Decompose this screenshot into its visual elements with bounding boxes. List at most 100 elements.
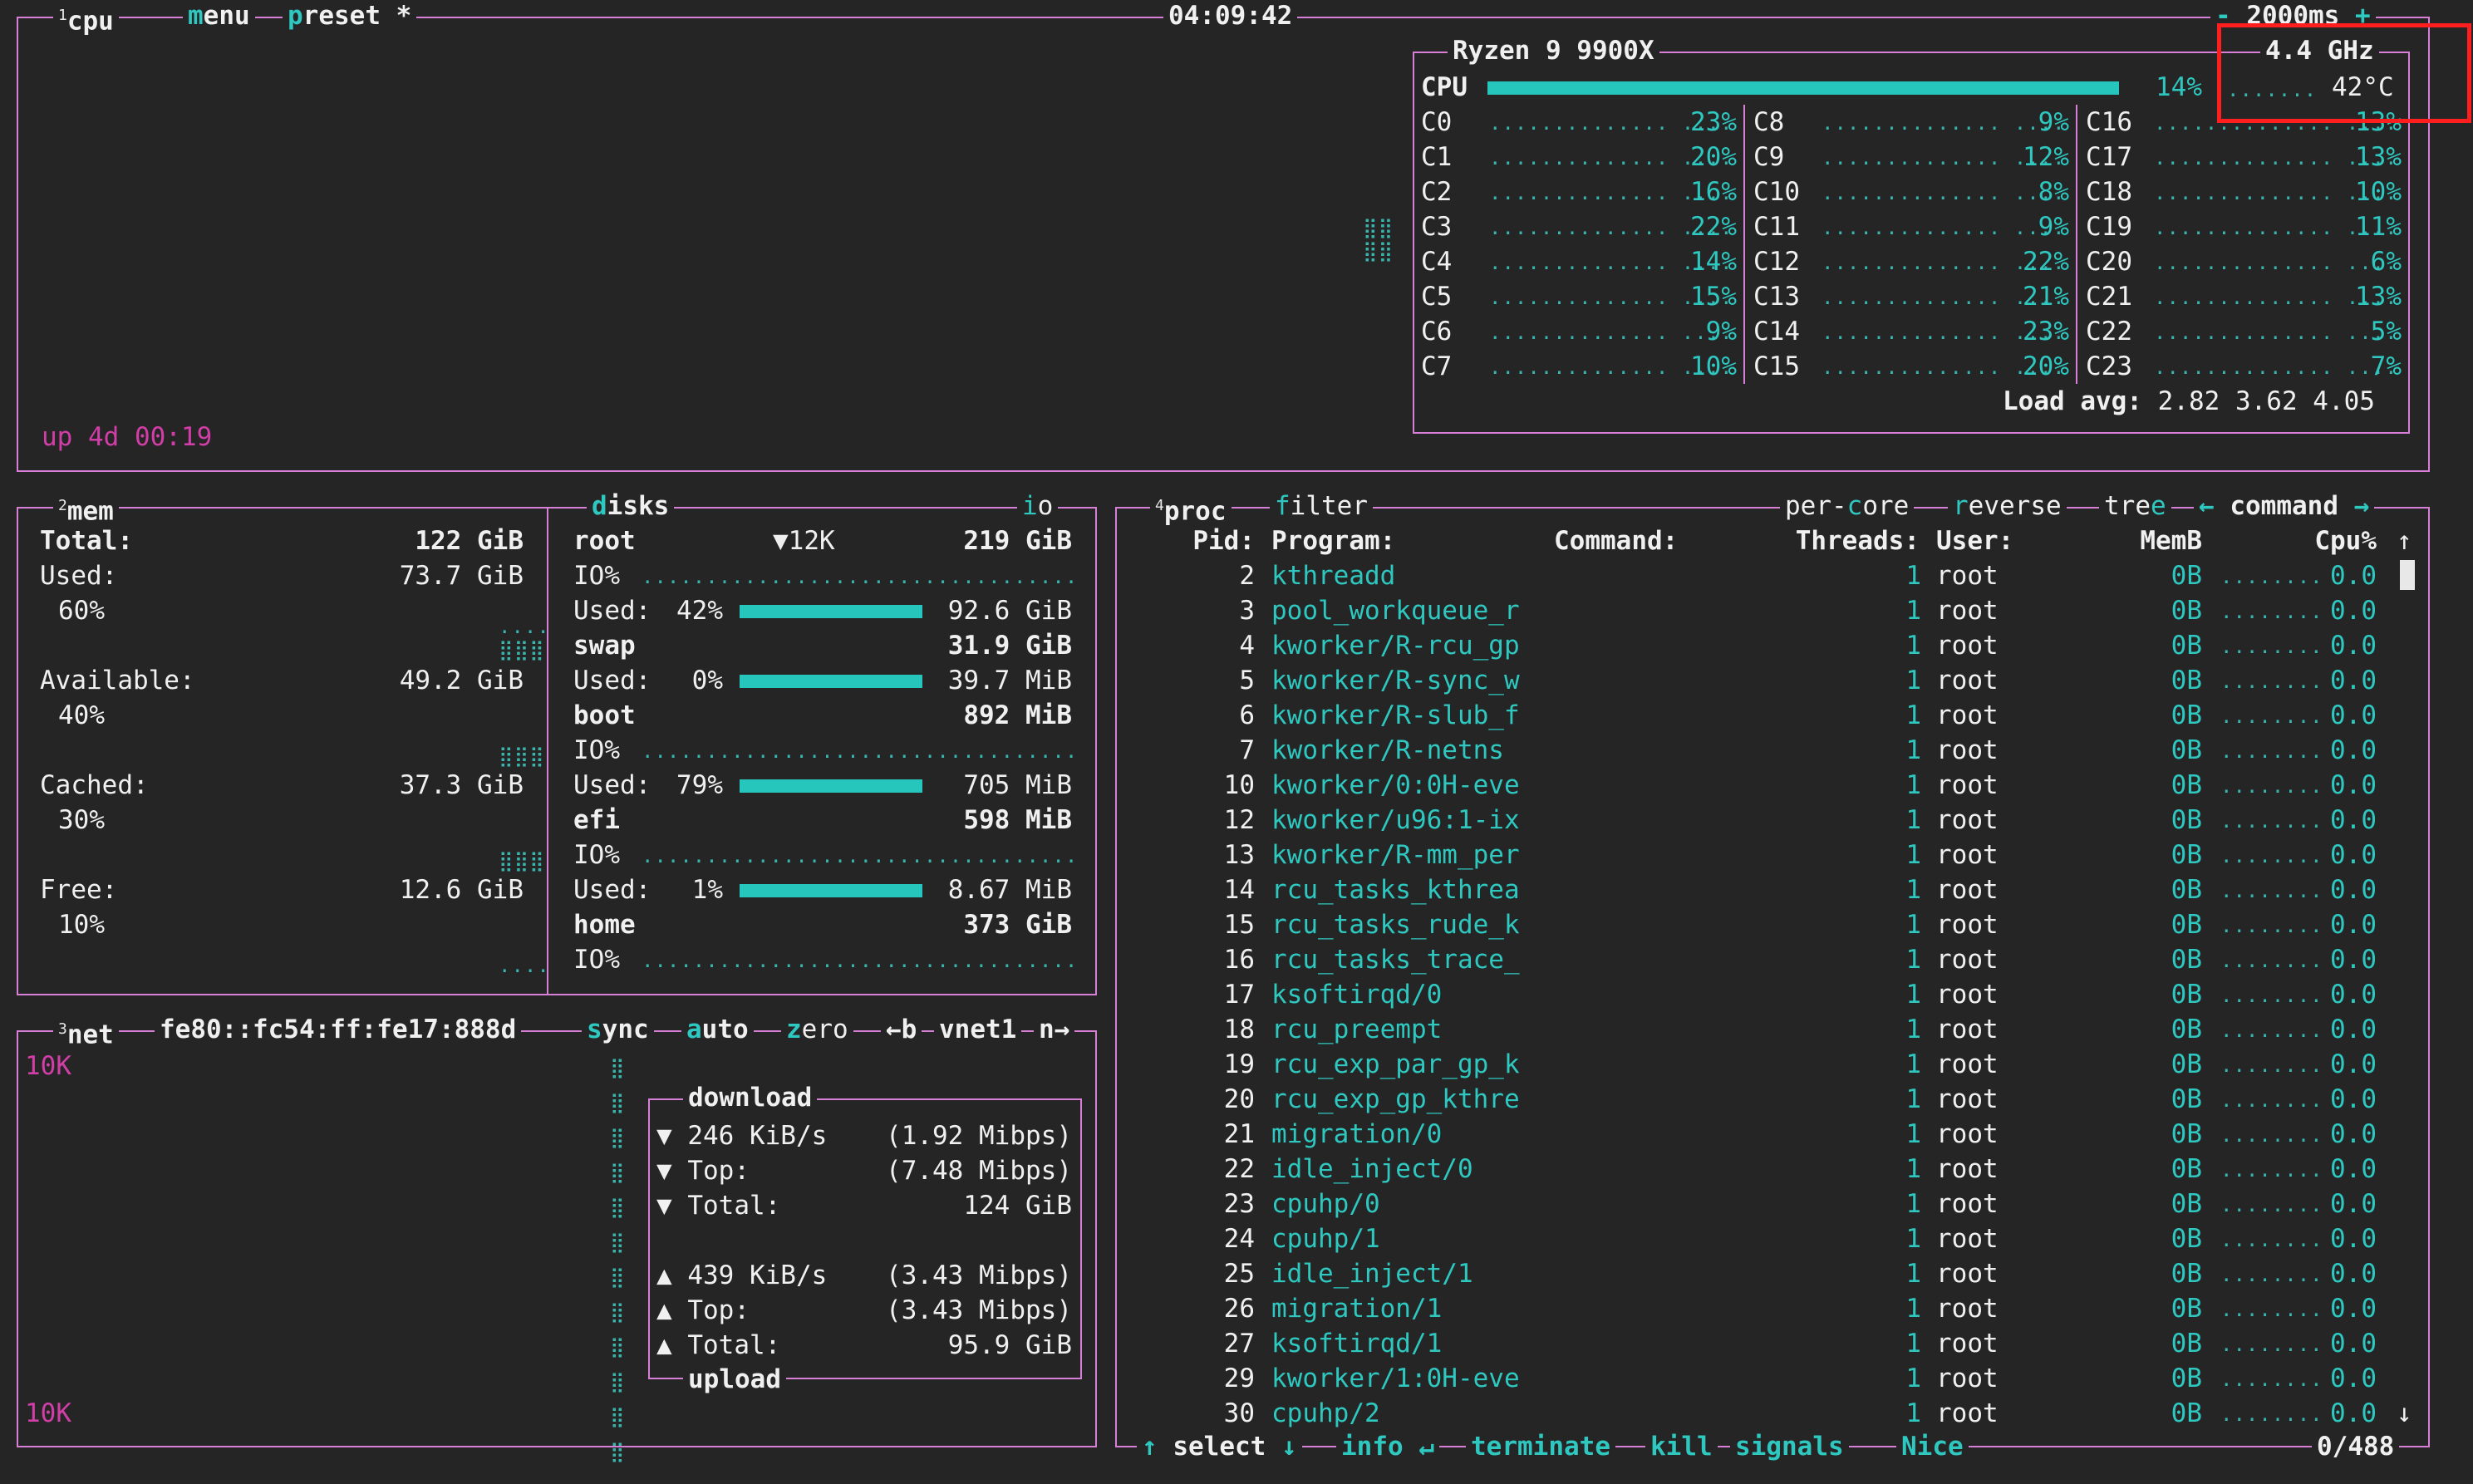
col-header-program[interactable]: Program: (1271, 523, 1395, 558)
core-label-c18: C18 (2086, 177, 2132, 207)
table-row[interactable]: 16 rcu_tasks_trace_ 1 root 0B 0.0........ (1123, 942, 2387, 977)
process-threads: 1 (1905, 631, 1921, 661)
net-sync-toggle[interactable]: sync (582, 1014, 654, 1045)
scrollbar-thumb[interactable] (2400, 560, 2415, 590)
table-row[interactable]: 27 ksoftirqd/1 1 root 0B 0.0........ (1123, 1326, 2387, 1361)
table-row[interactable]: 10 kworker/0:0H-eve 1 root 0B 0.0........ (1123, 768, 2387, 803)
process-pid: 17 (1223, 980, 1255, 1010)
core-label-c10: C10 (1753, 177, 1800, 207)
preset-button[interactable]: preset * (283, 0, 417, 32)
process-memb: 0B (2171, 980, 2202, 1010)
process-pid: 22 (1223, 1154, 1255, 1184)
net-zero-button[interactable]: zero (781, 1014, 853, 1045)
upload-top-label: Top: (687, 1295, 750, 1325)
process-program: cpuhp/1 (1271, 1224, 1380, 1254)
proc-filter-button[interactable]: filter (1270, 490, 1373, 522)
proc-per-core-toggle[interactable]: per-core (1780, 490, 1915, 522)
disk-io-label: IO% (573, 561, 620, 591)
core-label-c16: C16 (2086, 107, 2132, 137)
col-header-pid[interactable]: Pid: (1147, 523, 1255, 558)
table-row[interactable]: 13 kworker/R-mm_per 1 root 0B 0.0........ (1123, 838, 2387, 872)
scroll-up-arrow[interactable]: ↑ (2397, 523, 2412, 558)
col-header-command[interactable]: Command: (1554, 523, 1678, 558)
disk-size-efi: 598 MiB (963, 805, 1072, 835)
process-pid: 19 (1223, 1049, 1255, 1079)
disk-name-boot[interactable]: boot (573, 698, 636, 733)
table-row[interactable]: 7 kworker/R-netns 1 root 0B 0.0........ (1123, 733, 2387, 768)
table-row[interactable]: 2 kthreadd 1 root 0B 0.0........ (1123, 558, 2387, 593)
select-control[interactable]: ↑ select ↓ (1137, 1431, 1302, 1462)
download-title: download (683, 1082, 818, 1113)
net-prev-interface-button[interactable]: ←b (881, 1014, 922, 1045)
table-row[interactable]: 4 kworker/R-rcu_gp 1 root 0B 0.0........ (1123, 628, 2387, 663)
table-row[interactable]: 19 rcu_exp_par_gp_k 1 root 0B 0.0........ (1123, 1047, 2387, 1082)
process-cpu-graph: ........ (2220, 844, 2323, 867)
disks-tab[interactable]: disks (587, 490, 675, 522)
table-row[interactable]: 6 kworker/R-slub_f 1 root 0B 0.0........ (1123, 698, 2387, 733)
table-row[interactable]: 18 rcu_preempt 1 root 0B 0.0........ (1123, 1012, 2387, 1047)
process-threads: 1 (1905, 805, 1921, 835)
col-header-user[interactable]: User: (1936, 523, 2013, 558)
table-row[interactable]: 30 cpuhp/2 1 root 0B 0.0........ (1123, 1396, 2387, 1431)
process-threads: 1 (1905, 770, 1921, 800)
terminate-button[interactable]: terminate (1466, 1431, 1615, 1462)
table-row[interactable]: 3 pool_workqueue_r 1 root 0B 0.0........ (1123, 593, 2387, 628)
cpu-tab[interactable]: 1cpu (53, 0, 119, 37)
table-row[interactable]: 22 idle_inject/0 1 root 0B 0.0........ (1123, 1152, 2387, 1187)
col-header-memb[interactable]: MemB (2094, 523, 2202, 558)
col-header-cpu[interactable]: Cpu% (2294, 523, 2377, 558)
core-label-c17: C17 (2086, 142, 2132, 172)
table-row[interactable]: 25 idle_inject/1 1 root 0B 0.0........ (1123, 1256, 2387, 1291)
table-row[interactable]: 17 ksoftirqd/0 1 root 0B 0.0........ (1123, 977, 2387, 1012)
proc-tab[interactable]: 4proc (1150, 490, 1232, 528)
process-threads: 1 (1905, 1189, 1921, 1219)
proc-tree-toggle[interactable]: tree (2099, 490, 2171, 522)
download-rate: 246 KiB/s (687, 1121, 828, 1151)
process-pid: 6 (1239, 700, 1255, 730)
process-pid: 18 (1223, 1015, 1255, 1044)
core-percent-c20: 6% (2370, 247, 2402, 277)
signals-button[interactable]: signals (1730, 1431, 1849, 1462)
menu-button[interactable]: menu (183, 0, 255, 32)
core-percent-c7: 10% (1690, 351, 1737, 381)
table-row[interactable]: 29 kworker/1:0H-eve 1 root 0B 0.0........ (1123, 1361, 2387, 1396)
sort-prev-button[interactable]: ← (2199, 491, 2215, 521)
proc-reverse-toggle[interactable]: reverse (1948, 490, 2067, 522)
table-row[interactable]: 23 cpuhp/0 1 root 0B 0.0........ (1123, 1187, 2387, 1221)
sort-next-button[interactable]: → (2354, 491, 2370, 521)
disk-name-root[interactable]: root (573, 523, 636, 558)
col-header-threads[interactable]: Threads: (1762, 523, 1920, 558)
core-percent-c3: 22% (1690, 212, 1737, 242)
process-user: root (1936, 596, 1999, 626)
table-row[interactable]: 12 kworker/u96:1-ix 1 root 0B 0.0........ (1123, 803, 2387, 838)
process-pid: 12 (1223, 805, 1255, 835)
table-row[interactable]: 21 migration/0 1 root 0B 0.0........ (1123, 1117, 2387, 1152)
nice-button[interactable]: Nice (1896, 1431, 1969, 1462)
table-row[interactable]: 24 cpuhp/1 1 root 0B 0.0........ (1123, 1221, 2387, 1256)
kill-button[interactable]: kill (1645, 1431, 1718, 1462)
mem-tab[interactable]: 2mem (53, 490, 119, 528)
process-cpu-graph: ........ (2220, 600, 2323, 623)
scroll-down-arrow[interactable]: ↓ (2397, 1396, 2412, 1431)
net-next-interface-button[interactable]: n→ (1034, 1014, 1075, 1045)
info-button[interactable]: info ↵ (1336, 1431, 1439, 1462)
table-row[interactable]: 26 migration/1 1 root 0B 0.0........ (1123, 1291, 2387, 1326)
table-row[interactable]: 5 kworker/R-sync_w 1 root 0B 0.0........ (1123, 663, 2387, 698)
core-label-c6: C6 (1421, 317, 1453, 346)
net-tab[interactable]: 3net (53, 1014, 119, 1051)
process-program: ksoftirqd/0 (1271, 980, 1443, 1010)
process-user: root (1936, 666, 1999, 695)
table-row[interactable]: 15 rcu_tasks_rude_k 1 root 0B 0.0........ (1123, 907, 2387, 942)
core-label-c13: C13 (1753, 282, 1800, 312)
mem-available-value: 49.2 GiB (399, 666, 524, 695)
disk-name-efi[interactable]: efi (573, 803, 620, 838)
table-row[interactable]: 14 rcu_tasks_kthrea 1 root 0B 0.0........ (1123, 872, 2387, 907)
net-auto-toggle[interactable]: auto (681, 1014, 754, 1045)
disks-io-toggle[interactable]: io (1017, 490, 1059, 522)
download-top-row: ▼ Top: (656, 1156, 750, 1186)
disk-name-home[interactable]: home (573, 907, 636, 942)
disk-name-swap[interactable]: swap (573, 628, 636, 663)
upload-title: upload (683, 1364, 786, 1395)
table-row[interactable]: 20 rcu_exp_gp_kthre 1 root 0B 0.0........ (1123, 1082, 2387, 1117)
proc-sort-selector[interactable]: ← command → (2194, 490, 2375, 522)
